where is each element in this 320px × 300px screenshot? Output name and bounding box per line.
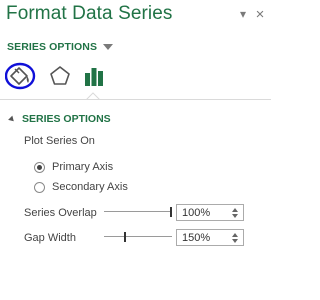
- bar-chart-icon: [85, 68, 103, 86]
- tab-divider: [0, 99, 271, 100]
- series-options-dropdown-label: SERIES OPTIONS: [7, 41, 98, 53]
- radio-button[interactable]: [34, 161, 45, 173]
- pentagon-icon: [50, 66, 70, 85]
- slider-track: [104, 236, 172, 237]
- series-overlap-slider[interactable]: [104, 207, 172, 217]
- paint-bucket-icon: [5, 62, 36, 90]
- section-title: SERIES OPTIONS: [22, 113, 111, 125]
- spin-up-icon[interactable]: [232, 233, 238, 237]
- tab-effects[interactable]: [46, 62, 74, 90]
- chevron-down-icon: [103, 44, 114, 50]
- gap-width-value[interactable]: 150%: [182, 232, 210, 244]
- secondary-axis-radio[interactable]: Secondary Axis: [34, 180, 128, 194]
- series-overlap-spinner[interactable]: 100%: [176, 204, 244, 221]
- primary-axis-radio[interactable]: Primary Axis: [34, 160, 113, 174]
- tab-series-options[interactable]: [80, 62, 108, 90]
- spin-up-icon[interactable]: [232, 208, 238, 212]
- secondary-axis-label: Secondary Axis: [52, 181, 128, 193]
- primary-axis-label: Primary Axis: [52, 161, 114, 173]
- close-icon[interactable]: ×: [253, 7, 267, 22]
- series-options-section-header[interactable]: SERIES OPTIONS: [8, 113, 111, 125]
- slider-thumb[interactable]: [170, 207, 172, 217]
- radio-selected-dot: [37, 164, 42, 170]
- pane-title: Format Data Series: [6, 3, 173, 24]
- gap-width-spinner[interactable]: 150%: [176, 229, 244, 246]
- slider-thumb[interactable]: [124, 232, 126, 242]
- series-overlap-label: Series Overlap: [24, 207, 97, 219]
- collapse-triangle-icon: [8, 115, 16, 123]
- plot-series-on-label: Plot Series On: [24, 135, 95, 147]
- spin-down-icon[interactable]: [232, 239, 238, 243]
- task-pane-options-icon[interactable]: ▾: [236, 7, 250, 21]
- gap-width-label: Gap Width: [24, 232, 76, 244]
- series-options-dropdown[interactable]: SERIES OPTIONS: [7, 40, 114, 54]
- gap-width-slider[interactable]: [104, 232, 172, 242]
- slider-track: [104, 211, 172, 212]
- spin-down-icon[interactable]: [232, 214, 238, 218]
- format-data-series-pane: Format Data Series ▾ × SERIES OPTIONS SE…: [0, 0, 271, 300]
- radio-button[interactable]: [34, 181, 45, 193]
- series-overlap-value[interactable]: 100%: [182, 207, 210, 219]
- tab-fill-and-line[interactable]: [5, 62, 36, 90]
